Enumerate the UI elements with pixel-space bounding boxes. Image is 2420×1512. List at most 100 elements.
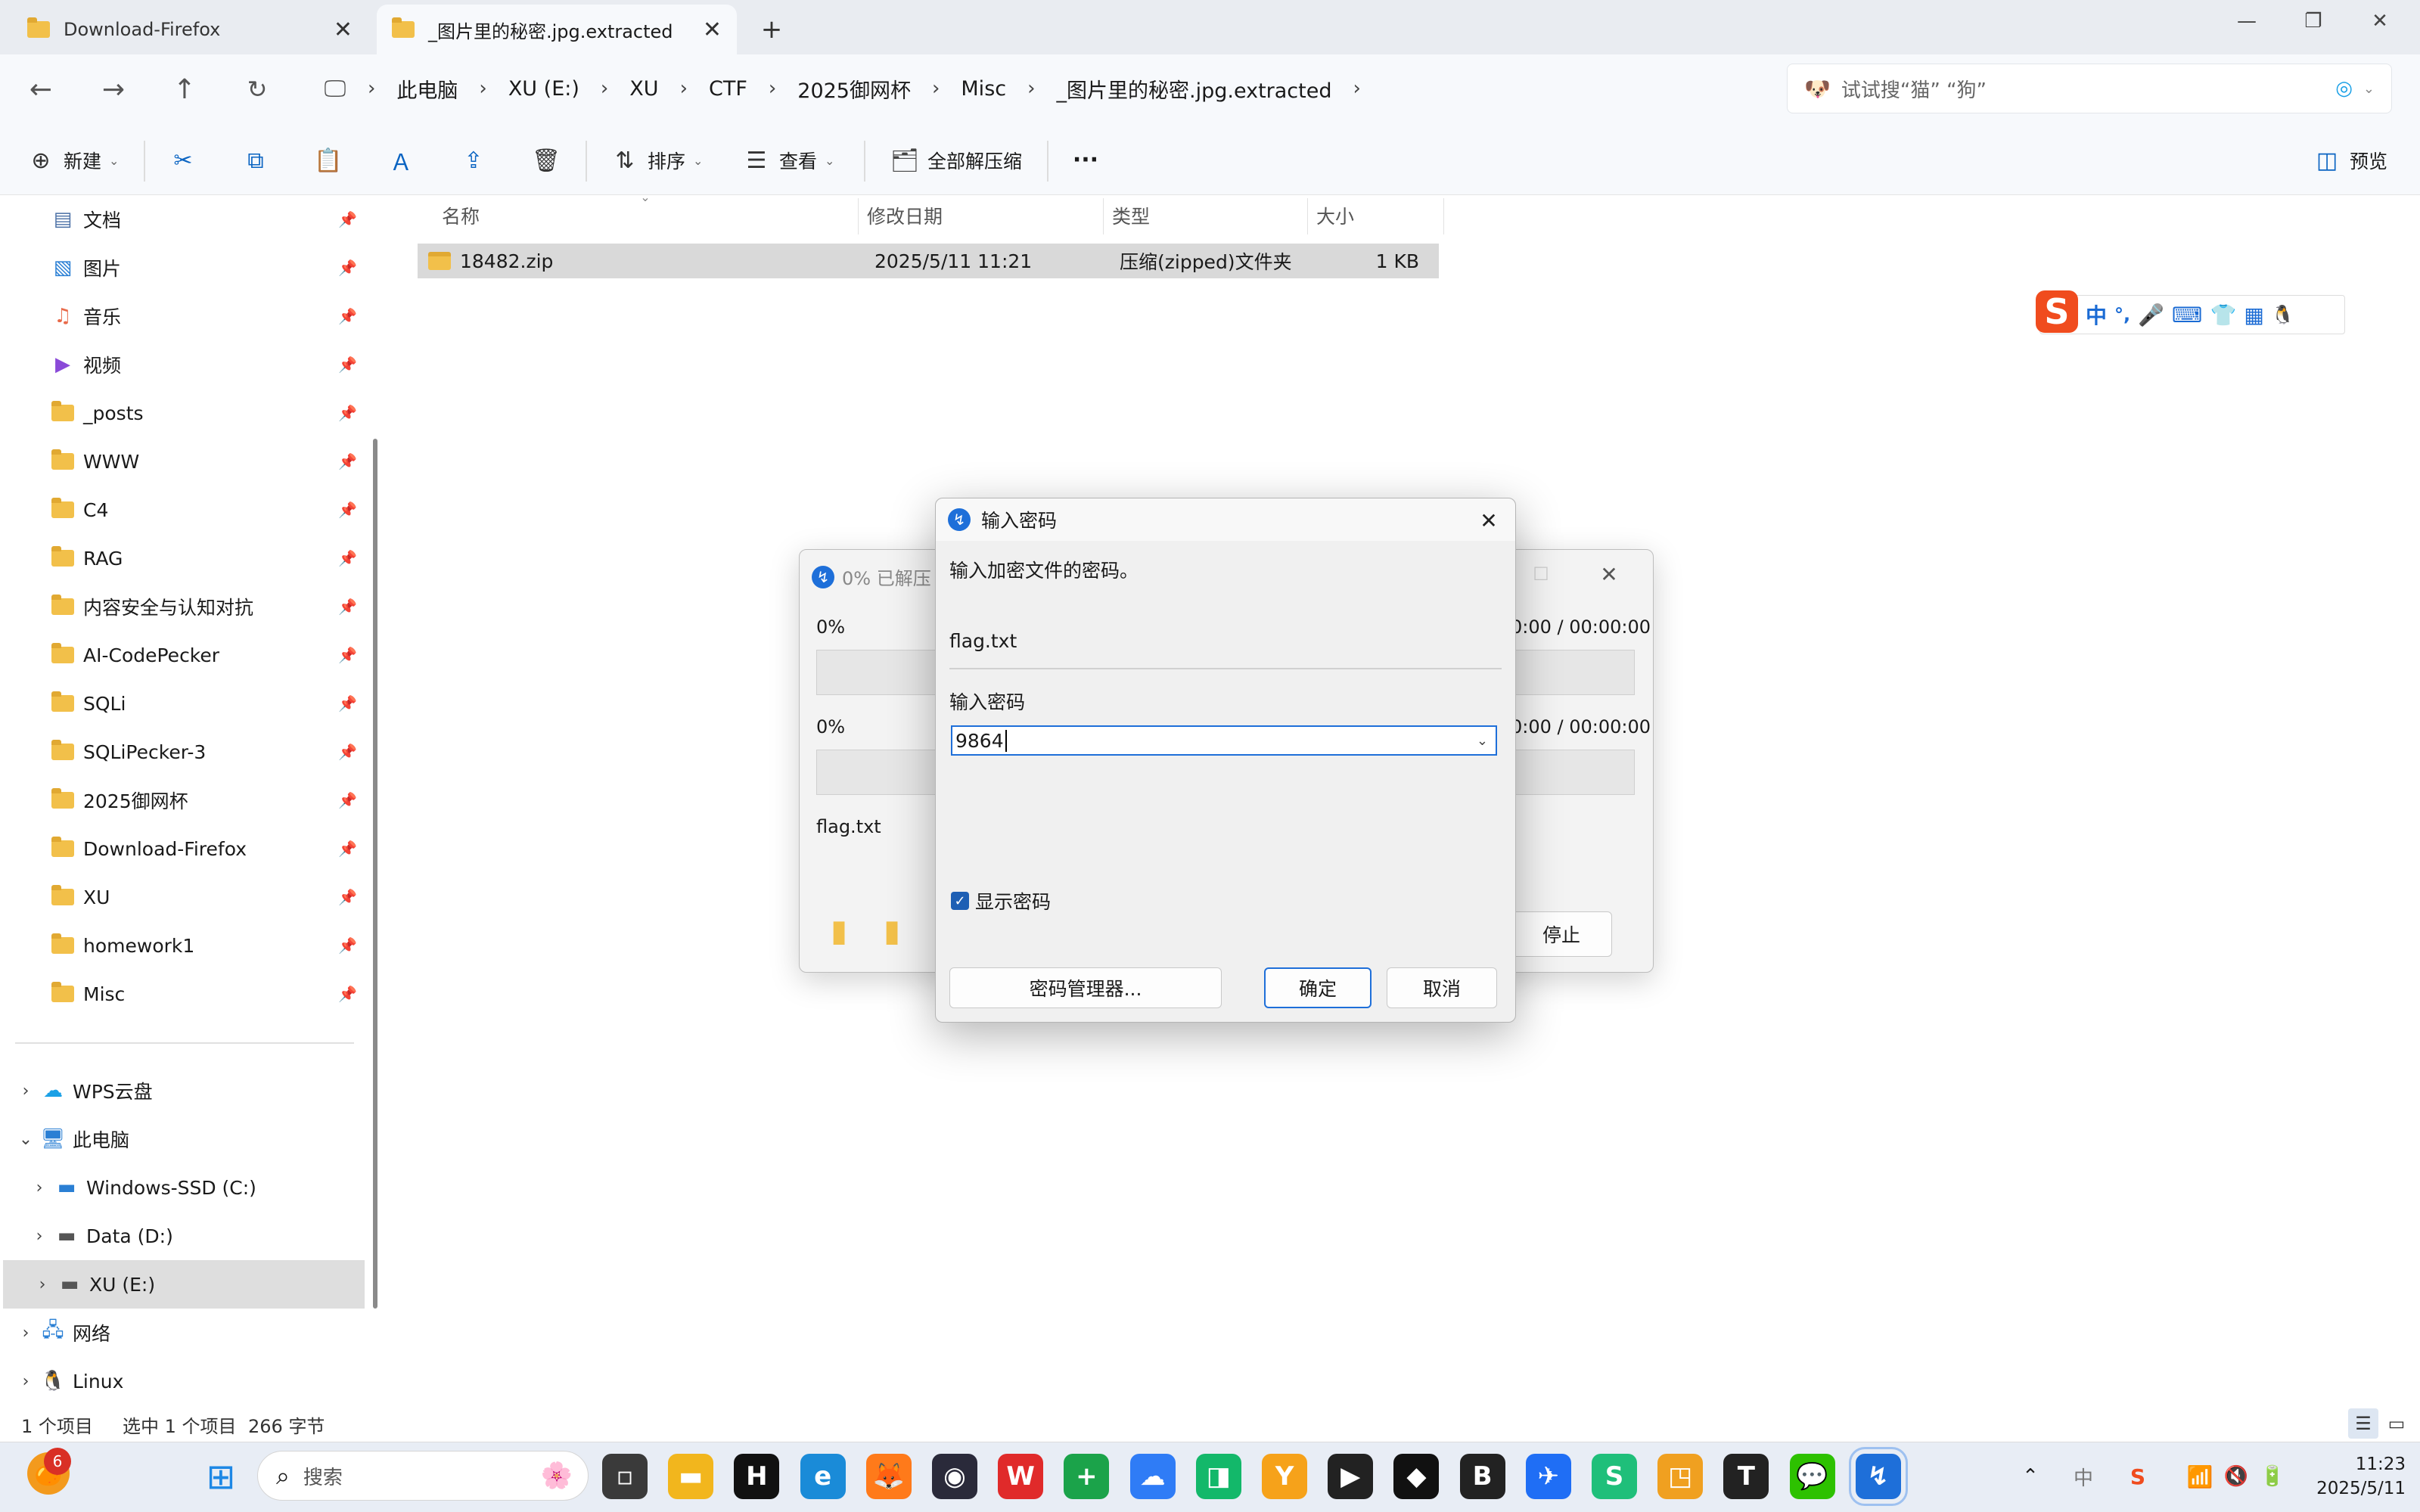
start-icon[interactable]: ⊞	[198, 1454, 244, 1499]
password-field[interactable]: 9864 ⌄	[951, 725, 1497, 756]
sogou-tray-icon[interactable]: S	[2123, 1461, 2153, 1492]
sidebar-item[interactable]: 2025御网杯 📌	[0, 776, 371, 824]
taskbar-search[interactable]: ⌕ 搜索 🌸	[257, 1451, 589, 1501]
sidebar-item[interactable]: RAG 📌	[0, 534, 371, 582]
pin-icon[interactable]: 📌	[338, 888, 357, 906]
pin-icon[interactable]: 📌	[338, 307, 357, 325]
search-assistant-icon[interactable]: ◎	[2335, 77, 2353, 100]
search-input[interactable]: 🐶 试试搜“猫” “狗” ◎ ⌄	[1787, 64, 2392, 113]
pin-icon[interactable]: 📌	[338, 355, 357, 374]
obs-icon[interactable]: ◉	[932, 1454, 977, 1499]
minimize-button[interactable]: —	[2224, 6, 2269, 36]
yuque-icon[interactable]: Y	[1262, 1454, 1307, 1499]
tree-item[interactable]: › 🐧 Linux	[0, 1357, 371, 1405]
clock[interactable]: 11:23 2025/5/11	[2300, 1452, 2406, 1501]
hbuilder-icon[interactable]: H	[734, 1454, 780, 1499]
bandizip-taskbar-icon[interactable]: ↯	[1848, 1447, 1908, 1506]
new-tab-button[interactable]: +	[753, 11, 791, 48]
close-tab-icon[interactable]: ✕	[703, 17, 722, 43]
pin-icon[interactable]: 📌	[338, 549, 357, 567]
pin-icon[interactable]: 📌	[338, 598, 357, 616]
sidebar-item[interactable]: C4 📌	[0, 486, 371, 534]
wechat-icon[interactable]: 💬	[1789, 1454, 1835, 1499]
sidebar-item[interactable]: ▤ 文档 📌	[0, 195, 371, 244]
ime-lang-toggle[interactable]: 中	[2086, 300, 2107, 330]
sidebar-item[interactable]: AI-CodePecker 📌	[0, 631, 371, 679]
password-manager-button[interactable]: 密码管理器...	[949, 967, 1222, 1008]
back-button[interactable]: ←	[21, 70, 61, 109]
chevron-right-icon[interactable]: ›	[11, 1082, 41, 1101]
sidebar-item[interactable]: ▶ 视频 📌	[0, 340, 371, 389]
feishu-icon[interactable]: ✈	[1525, 1454, 1571, 1499]
pin-icon[interactable]: 📌	[338, 936, 357, 955]
pin-icon[interactable]: 📌	[338, 743, 357, 761]
sidebar-scrollbar[interactable]	[373, 439, 377, 1309]
computer-icon[interactable]: 🖵	[318, 71, 353, 106]
volume-muted-icon[interactable]: 🔇	[2221, 1461, 2251, 1492]
sidebar-item[interactable]: ▧ 图片 📌	[0, 244, 371, 292]
chevron-right-icon[interactable]: ›	[362, 77, 381, 100]
book-app-icon[interactable]: ◨	[1195, 1454, 1241, 1499]
close-tab-icon[interactable]: ✕	[334, 17, 353, 43]
column-header-type[interactable]: 类型	[1112, 200, 1150, 231]
restore-button[interactable]: ❐	[2291, 6, 2336, 36]
cloud-drive-icon[interactable]: ☁	[1129, 1454, 1176, 1499]
chevron-right-icon[interactable]: ›	[473, 77, 492, 100]
maximize-icon[interactable]: ☐	[1526, 559, 1556, 589]
chevron-right-icon[interactable]: ›	[11, 1372, 41, 1391]
copy-icon[interactable]: ⧉	[241, 145, 271, 175]
file-explorer-dark-icon[interactable]: ▫	[602, 1454, 648, 1499]
pin-icon[interactable]: 📌	[338, 646, 357, 664]
tab-download-firefox[interactable]: Download-Firefox ✕	[12, 5, 368, 54]
microphone-icon[interactable]: 🎤	[2138, 303, 2164, 328]
wps-sheet-icon[interactable]: +	[1064, 1454, 1110, 1499]
view-button[interactable]: ☰ 查看 ⌄	[741, 136, 835, 185]
breadcrumb-this-pc[interactable]: 此电脑	[381, 74, 473, 104]
pin-icon[interactable]: 📌	[338, 840, 357, 858]
chevron-right-icon[interactable]: ›	[1347, 77, 1367, 100]
skin-icon[interactable]: 👕	[2210, 303, 2236, 328]
divider[interactable]	[1103, 198, 1104, 234]
cancel-button[interactable]: 取消	[1387, 967, 1497, 1008]
pin-icon[interactable]: 📌	[338, 791, 357, 809]
chevron-right-icon[interactable]: ›	[763, 77, 782, 100]
sidebar-item[interactable]: homework1 📌	[0, 921, 371, 970]
pin-icon[interactable]: 📌	[338, 259, 357, 277]
share-icon[interactable]: ⇪	[458, 145, 489, 175]
chevron-right-icon[interactable]: ›	[926, 77, 946, 100]
breadcrumb-xu[interactable]: XU	[614, 77, 673, 101]
divider[interactable]	[1307, 198, 1308, 234]
chevron-right-icon[interactable]: ›	[27, 1275, 57, 1294]
sidebar-item[interactable]: WWW 📌	[0, 437, 371, 486]
tree-item[interactable]: › 🖧 网络	[0, 1309, 371, 1357]
up-button[interactable]: ↑	[165, 70, 204, 109]
close-icon[interactable]: ✕	[1594, 559, 1624, 589]
chevron-down-icon[interactable]: ⌄	[1477, 733, 1488, 749]
tray-overflow-icon[interactable]: ⌃	[2015, 1461, 2046, 1492]
tree-item[interactable]: › ▬ Data (D:)	[0, 1212, 371, 1260]
ime-punct-toggle[interactable]: °,	[2114, 304, 2130, 325]
ime-mascot-icon[interactable]: 🐧	[2272, 304, 2294, 325]
file-row[interactable]: 18482.zip 2025/5/11 11:21 压缩(zipped)文件夹 …	[418, 244, 1439, 278]
wifi-icon[interactable]: 📶	[2185, 1461, 2215, 1492]
paste-icon[interactable]: 📋	[313, 145, 343, 175]
close-window-button[interactable]: ✕	[2357, 6, 2403, 36]
chevron-right-icon[interactable]: ›	[1021, 77, 1041, 100]
column-header-name[interactable]: 名称	[442, 200, 480, 231]
sidebar-item[interactable]: _posts 📌	[0, 389, 371, 437]
sidebar-item[interactable]: XU 📌	[0, 873, 371, 921]
tab-extracted[interactable]: _图片里的秘密.jpg.extracted ✕	[377, 5, 737, 54]
breadcrumb-drive-e[interactable]: XU (E:)	[493, 77, 595, 101]
breadcrumb-extracted[interactable]: _图片里的秘密.jpg.extracted	[1042, 74, 1347, 104]
sidebar-item[interactable]: ♫ 音乐 📌	[0, 292, 371, 340]
sticky-icon[interactable]: ◳	[1657, 1454, 1704, 1499]
tree-item[interactable]: ⌄ 🖥 此电脑	[0, 1115, 371, 1163]
divider[interactable]	[858, 198, 859, 234]
typora-icon[interactable]: T	[1723, 1454, 1769, 1499]
edge-icon[interactable]: e	[800, 1454, 846, 1499]
chevron-right-icon[interactable]: ›	[674, 77, 694, 100]
chevron-down-icon[interactable]: ⌄	[2363, 81, 2375, 97]
sidebar-item[interactable]: Misc 📌	[0, 970, 371, 1018]
pin-icon[interactable]: 📌	[338, 501, 357, 519]
tree-item[interactable]: › ☁ WPS云盘	[0, 1066, 371, 1115]
